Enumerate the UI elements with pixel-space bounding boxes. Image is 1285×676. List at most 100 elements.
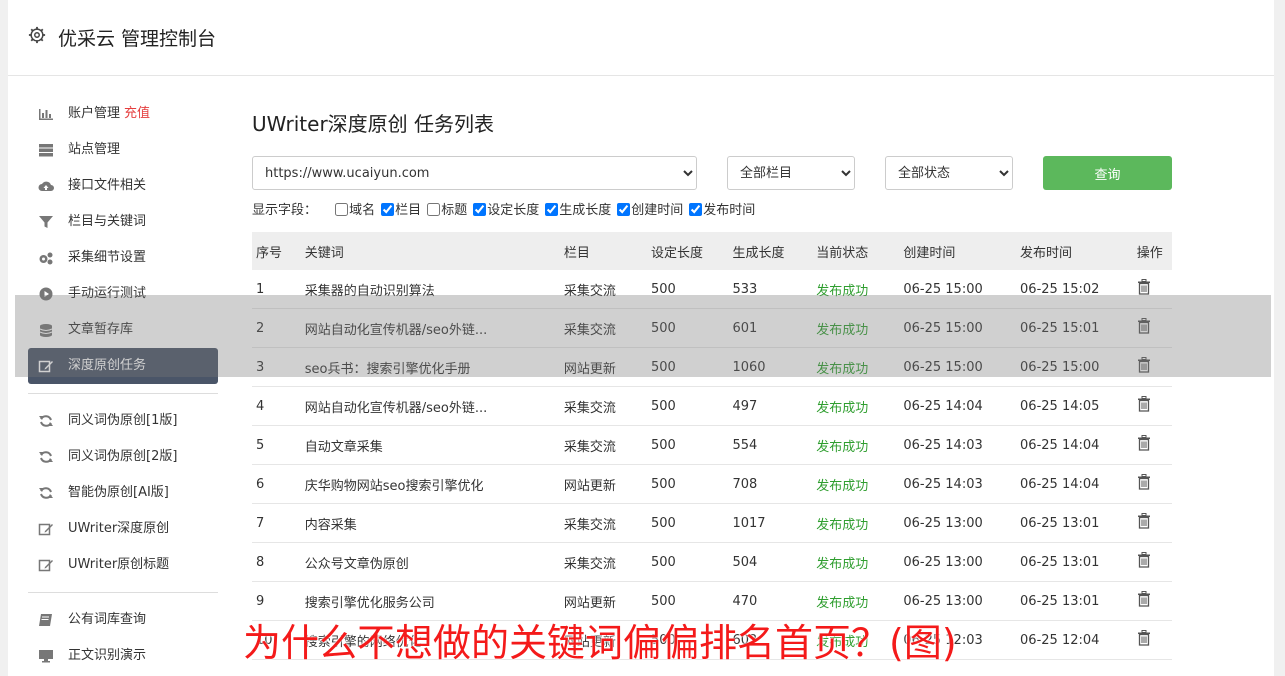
delete-action[interactable]	[1132, 464, 1172, 504]
trash-icon[interactable]	[1137, 279, 1151, 295]
page-title: UWriter深度原创 任务列表	[252, 112, 495, 136]
sidebar-item[interactable]: 栏目与关键词	[28, 204, 218, 240]
bar-chart-icon	[39, 109, 53, 120]
table-cell: 06-25 14:04	[899, 386, 1017, 426]
table-cell: 504	[728, 542, 813, 582]
table-cell: 06-25 14:04	[1016, 464, 1133, 504]
field-toggle[interactable]: 发布时间	[689, 200, 755, 222]
column-select[interactable]: 全部栏目	[727, 156, 855, 190]
delete-action[interactable]	[1132, 308, 1172, 348]
delete-action[interactable]	[1132, 542, 1172, 582]
sidebar-item[interactable]: 账户管理 充值	[28, 96, 218, 132]
sidebar-item-label: 账户管理	[68, 106, 121, 121]
table-cell: 06-25 13:01	[1016, 581, 1133, 621]
sidebar-item[interactable]: 深度原创任务	[28, 348, 218, 384]
field-label: 生成长度	[559, 203, 612, 218]
sidebar-item[interactable]: 站点管理	[28, 132, 218, 168]
recharge-link[interactable]: 充值	[124, 106, 150, 121]
field-label: 标题	[441, 203, 468, 218]
sidebar-item[interactable]: UWriter原创标题	[28, 547, 218, 583]
sidebar-item[interactable]: 手动运行测试	[28, 276, 218, 312]
sidebar-item[interactable]: 文章暂存库	[28, 312, 218, 348]
field-checkbox[interactable]	[473, 203, 487, 216]
query-button[interactable]: 查询	[1043, 156, 1172, 190]
delete-action[interactable]	[1132, 581, 1172, 621]
table-cell: 内容采集	[300, 503, 560, 543]
field-toggle[interactable]: 栏目	[381, 200, 421, 222]
refresh-icon	[39, 415, 53, 427]
table-cell: 500	[647, 464, 729, 504]
filter-icon	[39, 216, 53, 228]
table-cell: 发布成功	[812, 347, 900, 387]
table-cell: seo兵书：搜索引擎优化手册	[300, 347, 560, 387]
trash-icon[interactable]	[1137, 435, 1151, 451]
sidebar-item[interactable]: 采集细节设置	[28, 240, 218, 276]
delete-action[interactable]	[1132, 425, 1172, 465]
sidebar-item[interactable]: 同义词伪原创[1版]	[28, 403, 218, 439]
field-checkbox[interactable]	[335, 203, 349, 216]
trash-icon[interactable]	[1137, 318, 1151, 334]
table-cell: 发布成功	[812, 386, 900, 426]
delete-action[interactable]	[1132, 620, 1172, 660]
trash-icon[interactable]	[1137, 630, 1151, 646]
delete-action[interactable]	[1132, 386, 1172, 426]
field-checkbox[interactable]	[545, 203, 559, 216]
sidebar-item-label: 栏目与关键词	[68, 214, 147, 229]
sidebar-divider	[28, 592, 218, 593]
table-cell: 采集交流	[559, 542, 648, 582]
table-cell: 06-25 15:00	[1016, 347, 1133, 387]
trash-icon[interactable]	[1137, 552, 1151, 568]
delete-action[interactable]	[1132, 270, 1172, 309]
cloud-upload-icon	[38, 181, 54, 191]
delete-action[interactable]	[1132, 347, 1172, 387]
table-cell: 06-25 14:05	[1016, 386, 1133, 426]
trash-icon[interactable]	[1137, 357, 1151, 373]
delete-action[interactable]	[1132, 503, 1172, 543]
trash-icon[interactable]	[1137, 513, 1151, 529]
table-cell: 06-25 12:04	[1016, 620, 1133, 660]
table-cell: 06-25 13:00	[899, 503, 1017, 543]
field-checkbox[interactable]	[617, 203, 631, 216]
table-cell: 8	[252, 542, 301, 582]
table-cell: 06-25 15:00	[899, 308, 1017, 348]
field-toggle[interactable]: 标题	[427, 200, 467, 222]
table-row: 1 采集器的自动识别算法 采集交流 500 533 发布成功 06-25 15:00 06-2…	[252, 270, 1172, 309]
sidebar-item[interactable]: 公有词库查询	[28, 602, 218, 638]
field-label: 设定长度	[487, 203, 540, 218]
site-url-select[interactable]: https://www.ucaiyun.com	[252, 156, 697, 190]
sidebar-item[interactable]: UWriter深度原创	[28, 511, 218, 547]
sidebar-item-label: 正文识别演示	[68, 648, 147, 663]
sidebar-item[interactable]: 正文识别演示	[28, 638, 218, 674]
trash-icon[interactable]	[1137, 474, 1151, 490]
table-cell: 554	[728, 425, 813, 465]
field-toggle[interactable]: 域名	[335, 200, 375, 222]
sidebar: 账户管理 充值 站点管理 接口文件相关 栏目与关键词 采集细节设置 手动运行测试 文章暂存库深…	[28, 96, 218, 674]
table-cell: 网站自动化宣传机器/seo外链...	[300, 386, 560, 426]
field-checkbox[interactable]	[381, 203, 395, 216]
field-checkbox[interactable]	[427, 203, 441, 216]
sidebar-item[interactable]: 同义词伪原创[2版]	[28, 439, 218, 475]
sidebar-item[interactable]: 接口文件相关	[28, 168, 218, 204]
table-row: 5 自动文章采集 采集交流 500 554 发布成功 06-25 14:03 06-25 14…	[252, 425, 1172, 465]
edit-icon	[38, 559, 53, 572]
trash-icon[interactable]	[1137, 396, 1151, 412]
status-select[interactable]: 全部状态	[885, 156, 1013, 190]
field-toggle[interactable]: 创建时间	[617, 200, 683, 222]
task-table: 序号 关键词 栏目 设定长度 生成长度 当前状态 创建时间 发布时间 操作 1 采集器的自动识别算…	[252, 232, 1172, 660]
field-toggle[interactable]: 设定长度	[473, 200, 539, 222]
trash-icon[interactable]	[1137, 591, 1151, 607]
field-toggle[interactable]: 生成长度	[545, 200, 611, 222]
table-cell: 1	[252, 270, 301, 309]
server-icon	[39, 144, 53, 157]
table-row: 8 公众号文章伪原创 采集交流 500 504 发布成功 06-25 13:00 06-25 …	[252, 542, 1172, 582]
table-cell: 采集交流	[559, 308, 648, 348]
table-cell: 采集交流	[559, 386, 648, 426]
table-row: 6 庆华购物网站seo搜索引擎优化 网站更新 500 708 发布成功 06-25 14:0…	[252, 464, 1172, 504]
sidebar-item[interactable]: 智能伪原创[AI版]	[28, 475, 218, 511]
field-checkbox[interactable]	[689, 203, 703, 216]
table-cell: 网站自动化宣传机器/seo外链...	[300, 308, 560, 348]
play-circle-icon	[39, 287, 53, 301]
database-icon	[39, 324, 53, 337]
table-cell: 网站更新	[559, 347, 648, 387]
table-cell: 497	[728, 386, 813, 426]
